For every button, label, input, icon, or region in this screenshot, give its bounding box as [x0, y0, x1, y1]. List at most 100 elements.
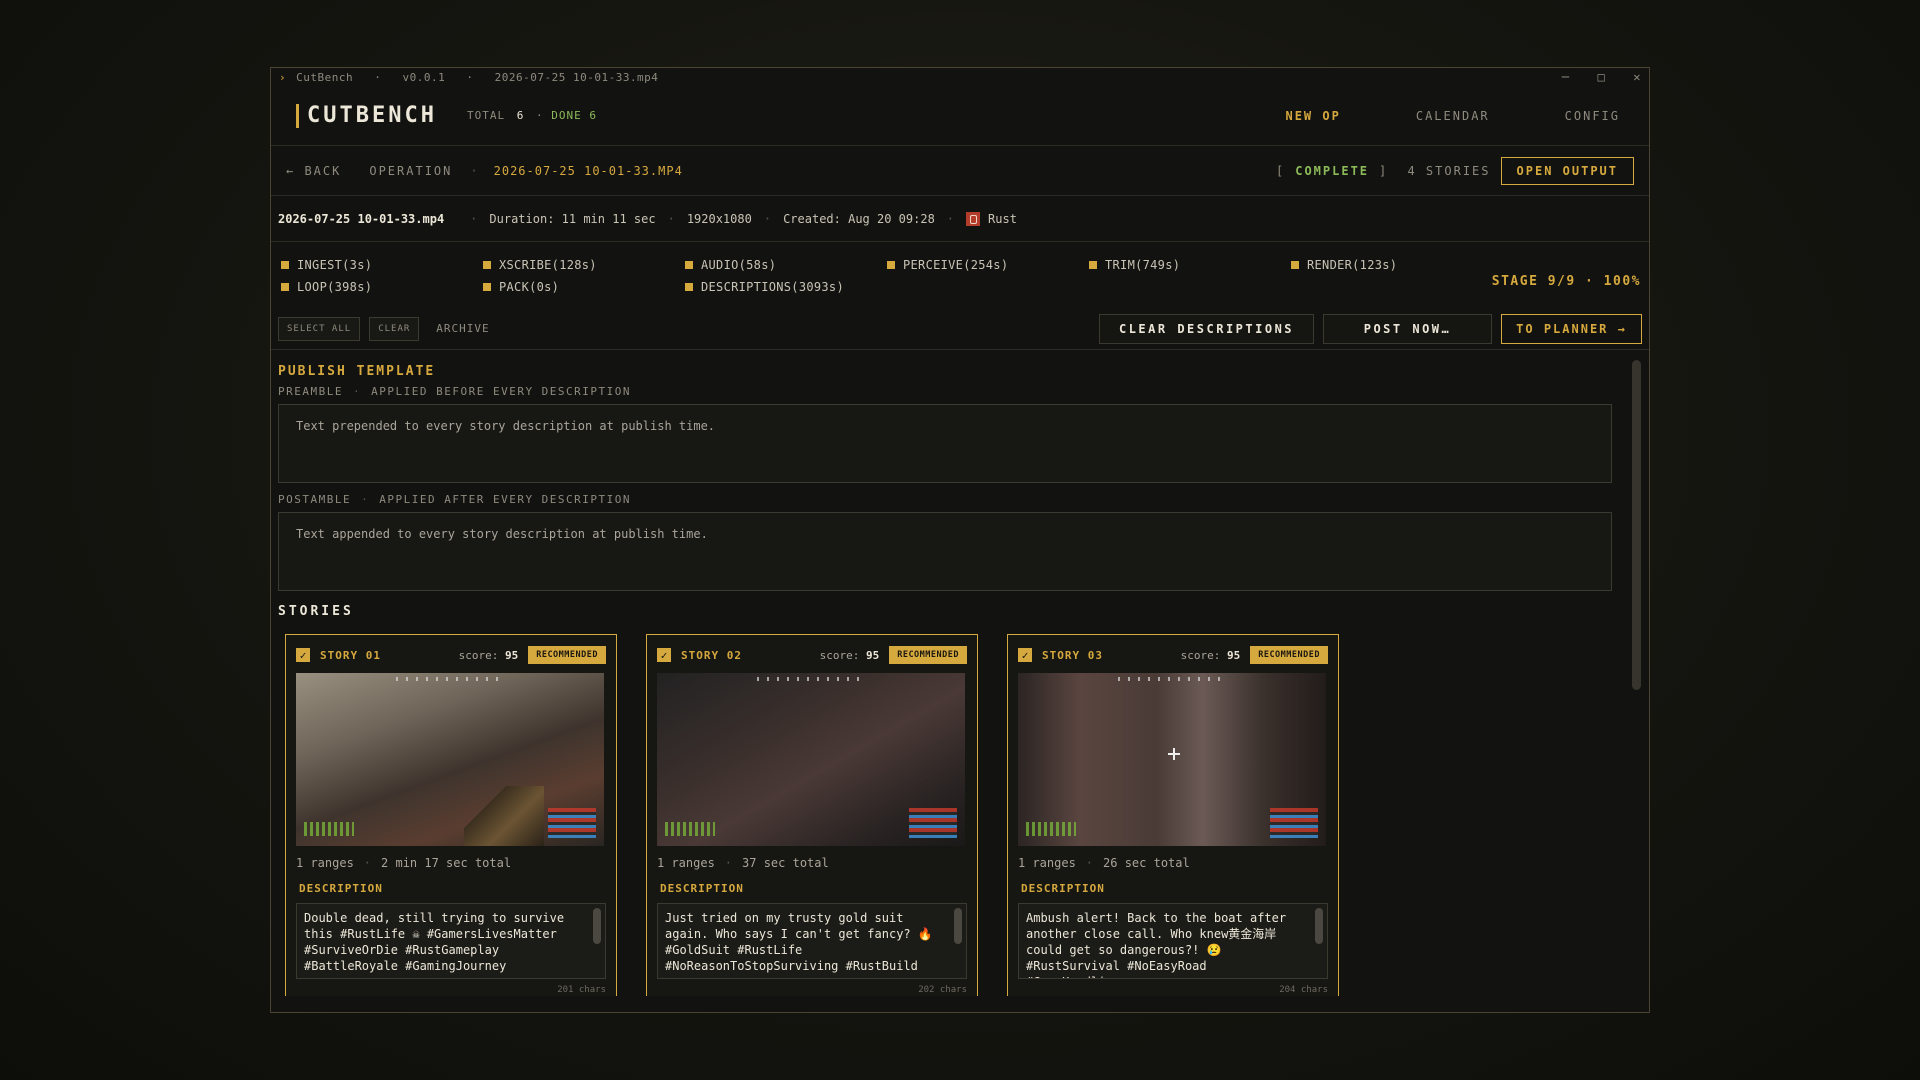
stage-item: INGEST(3s) — [281, 258, 483, 272]
description-label: DESCRIPTION — [1021, 882, 1105, 895]
story-card[interactable]: ✓ STORY 03 score: 95 RECOMMENDED 1 range… — [1007, 634, 1339, 996]
hud-compass-icon — [757, 677, 867, 681]
stage-item: RENDER(123s) — [1291, 258, 1493, 272]
stage-square-icon — [1089, 261, 1097, 269]
meta-created: Created: Aug 20 09:28 — [783, 211, 935, 226]
story-card[interactable]: ✓ STORY 01 score: 95 RECOMMENDED 1 range… — [285, 634, 617, 996]
stage-item: XSCRIBE(128s) — [483, 258, 685, 272]
clear-button[interactable]: CLEAR — [369, 316, 420, 341]
nav-new-op[interactable]: NEW OP — [1285, 109, 1340, 123]
postamble-input[interactable]: Text appended to every story description… — [278, 512, 1612, 591]
story-thumbnail[interactable] — [296, 673, 604, 846]
back-button[interactable]: ← BACK — [286, 164, 341, 178]
stage-grid: INGEST(3s) XSCRIBE(128s) AUDIO(58s) PERC… — [281, 258, 1639, 294]
stage-square-icon — [1291, 261, 1299, 269]
description-scrollbar[interactable] — [954, 908, 962, 944]
story-range: 1 ranges · 37 sec total — [657, 856, 829, 870]
done-label: DONE 6 — [551, 109, 597, 122]
close-icon[interactable]: ✕ — [1633, 70, 1641, 84]
char-count: 204 chars — [1279, 985, 1328, 995]
crosshair-icon — [1168, 748, 1180, 760]
app-version: v0.0.1 — [402, 70, 446, 84]
story-score: score: 95 — [458, 648, 519, 662]
hud-chat-icon — [304, 822, 354, 836]
post-now-button[interactable]: POST NOW… — [1323, 313, 1492, 344]
char-count: 202 chars — [918, 985, 967, 995]
brand-name: CUTBENCH — [307, 103, 437, 128]
story-thumbnail[interactable] — [657, 673, 965, 846]
description-textarea[interactable]: Double dead, still trying to survive thi… — [296, 903, 606, 979]
recommended-badge: RECOMMENDED — [1250, 646, 1328, 664]
preamble-input[interactable]: Text prepended to every story descriptio… — [278, 404, 1612, 483]
minimize-icon[interactable]: ─ — [1562, 70, 1570, 84]
nav-config[interactable]: CONFIG — [1565, 109, 1620, 123]
char-count: 201 chars — [557, 985, 606, 995]
stage-square-icon — [685, 261, 693, 269]
status-badge: [COMPLETE] 4 STORIES — [1275, 163, 1491, 178]
select-all-button[interactable]: SELECT ALL — [278, 316, 361, 341]
title-text: CutBench · v0.0.1 · 2026-07-25 10-01-33.… — [296, 70, 659, 84]
story-list: ✓ STORY 01 score: 95 RECOMMENDED 1 range… — [278, 634, 1612, 996]
stage-item: LOOP(398s) — [281, 280, 483, 294]
hud-compass-icon — [396, 677, 506, 681]
story-range: 1 ranges · 26 sec total — [1018, 856, 1190, 870]
description-scrollbar[interactable] — [593, 908, 601, 944]
story-checkbox[interactable]: ✓ — [1018, 648, 1032, 662]
hud-compass-icon — [1118, 677, 1228, 681]
story-name: STORY 02 — [681, 648, 742, 662]
clear-descriptions-button[interactable]: CLEAR DESCRIPTIONS — [1099, 313, 1314, 344]
stage-item: TRIM(749s) — [1089, 258, 1291, 272]
story-card[interactable]: ✓ STORY 02 score: 95 RECOMMENDED 1 range… — [646, 634, 978, 996]
window-controls: ─ □ ✕ — [1562, 70, 1641, 84]
pipeline-stages: INGEST(3s) XSCRIBE(128s) AUDIO(58s) PERC… — [271, 242, 1649, 308]
hud-status-icon — [909, 808, 957, 838]
open-output-button[interactable]: OPEN OUTPUT — [1500, 156, 1634, 185]
meta-duration: Duration: 11 min 11 sec — [489, 211, 656, 226]
story-checkbox[interactable]: ✓ — [296, 648, 310, 662]
meta-filename: 2026-07-25 10-01-33.mp4 — [278, 211, 445, 226]
story-name: STORY 03 — [1042, 648, 1103, 662]
action-buttons-right: CLEAR DESCRIPTIONS POST NOW… TO PLANNER … — [1099, 313, 1642, 344]
description-scrollbar[interactable] — [1315, 908, 1323, 944]
stage-square-icon — [887, 261, 895, 269]
weapon-graphic — [464, 786, 544, 846]
stage-item: DESCRIPTIONS(3093s) — [685, 280, 887, 294]
brand-bar-icon — [296, 103, 299, 128]
stage-progress: STAGE 9/9 · 100% — [1491, 274, 1641, 289]
description-textarea[interactable]: Just tried on my trusty gold suit again.… — [657, 903, 967, 979]
title-bar: › CutBench · v0.0.1 · 2026-07-25 10-01-3… — [271, 68, 1649, 86]
breadcrumb-file: 2026-07-25 10-01-33.MP4 — [493, 163, 683, 178]
hud-status-icon — [548, 808, 596, 838]
postamble-label: POSTAMBLE · APPLIED AFTER EVERY DESCRIPTIO… — [278, 493, 632, 506]
archive-button[interactable]: ARCHIVE — [436, 322, 489, 335]
story-header: ✓ STORY 01 score: 95 RECOMMENDED — [296, 645, 606, 665]
description-textarea[interactable]: Ambush alert! Back to the boat after ano… — [1018, 903, 1328, 979]
story-name: STORY 01 — [320, 648, 381, 662]
recommended-badge: RECOMMENDED — [528, 646, 606, 664]
nav-calendar[interactable]: CALENDAR — [1416, 109, 1490, 123]
maximize-icon[interactable]: □ — [1598, 70, 1606, 84]
stage-square-icon — [281, 283, 289, 291]
operation-status-area: [COMPLETE] 4 STORIES OPEN OUTPUT — [1275, 156, 1634, 185]
app-window: › CutBench · v0.0.1 · 2026-07-25 10-01-3… — [270, 67, 1650, 1013]
description-label: DESCRIPTION — [660, 882, 744, 895]
status-value: COMPLETE — [1295, 163, 1370, 178]
stage-item: AUDIO(58s) — [685, 258, 887, 272]
total-value: 6 — [516, 109, 525, 122]
story-thumbnail[interactable] — [1018, 673, 1326, 846]
terminal-chevron-icon: › — [279, 70, 287, 84]
content-scrollbar[interactable] — [1632, 360, 1641, 690]
app-header: CUTBENCH TOTAL 6 · DONE 6 NEW OP CALENDA… — [271, 86, 1649, 146]
preamble-label: PREAMBLE · APPLIED BEFORE EVERY DESCRIPTIO… — [278, 385, 632, 398]
op-stats: TOTAL 6 · DONE 6 — [466, 109, 597, 122]
stage-square-icon — [483, 283, 491, 291]
breadcrumb-operation: OPERATION — [369, 163, 453, 178]
to-planner-button[interactable]: TO PLANNER → — [1501, 313, 1642, 344]
story-checkbox[interactable]: ✓ — [657, 648, 671, 662]
main-content: PUBLISH TEMPLATE PREAMBLE · APPLIED BEFORE… — [271, 350, 1649, 996]
story-range: 1 ranges · 2 min 17 sec total — [296, 856, 512, 870]
story-header: ✓ STORY 02 score: 95 RECOMMENDED — [657, 645, 967, 665]
hud-chat-icon — [1026, 822, 1076, 836]
window-file: 2026-07-25 10-01-33.mp4 — [494, 70, 659, 84]
publish-template-title: PUBLISH TEMPLATE — [278, 364, 436, 379]
